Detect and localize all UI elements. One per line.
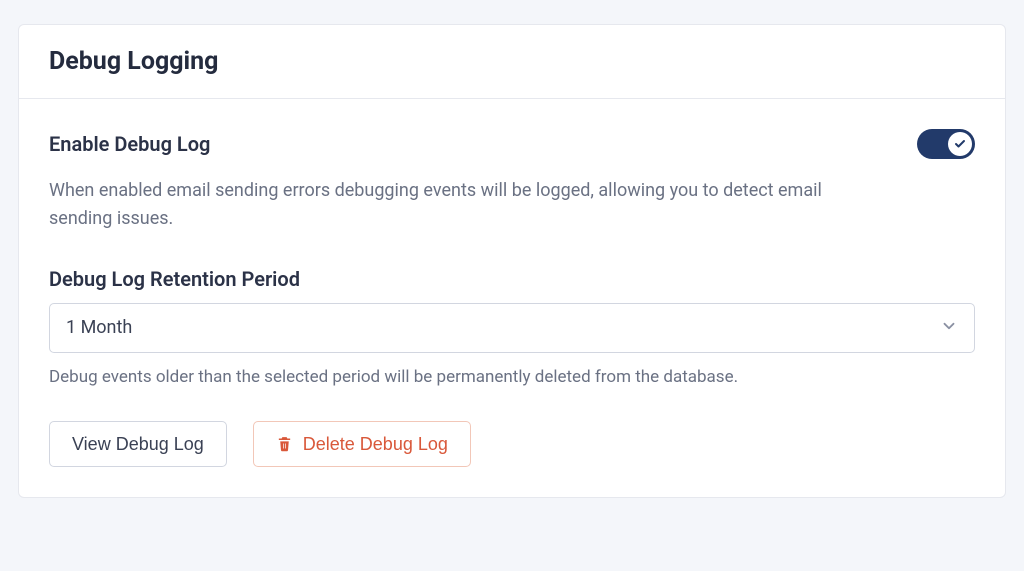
enable-row: Enable Debug Log (49, 129, 975, 159)
card-header: Debug Logging (19, 25, 1005, 99)
delete-debug-log-button[interactable]: Delete Debug Log (253, 421, 471, 467)
trash-icon (276, 435, 293, 452)
card-body: Enable Debug Log When enabled email send… (19, 99, 1005, 497)
check-icon (954, 138, 966, 150)
debug-logging-card: Debug Logging Enable Debug Log When enab… (18, 24, 1006, 498)
retention-hint: Debug events older than the selected per… (49, 367, 975, 387)
toggle-knob (948, 132, 972, 156)
card-title: Debug Logging (49, 47, 975, 76)
chevron-down-icon (940, 317, 958, 339)
button-row: View Debug Log Delete Debug Log (49, 421, 975, 467)
enable-debug-toggle[interactable] (917, 129, 975, 159)
view-debug-log-button[interactable]: View Debug Log (49, 421, 227, 467)
view-button-label: View Debug Log (72, 435, 204, 453)
retention-select[interactable]: 1 Month (49, 303, 975, 353)
retention-selected-value: 1 Month (66, 317, 132, 338)
enable-label: Enable Debug Log (49, 132, 210, 156)
delete-button-label: Delete Debug Log (303, 435, 448, 453)
retention-field: Debug Log Retention Period 1 Month Debug… (49, 267, 975, 387)
enable-description: When enabled email sending errors debugg… (49, 177, 869, 233)
retention-label: Debug Log Retention Period (49, 267, 975, 291)
